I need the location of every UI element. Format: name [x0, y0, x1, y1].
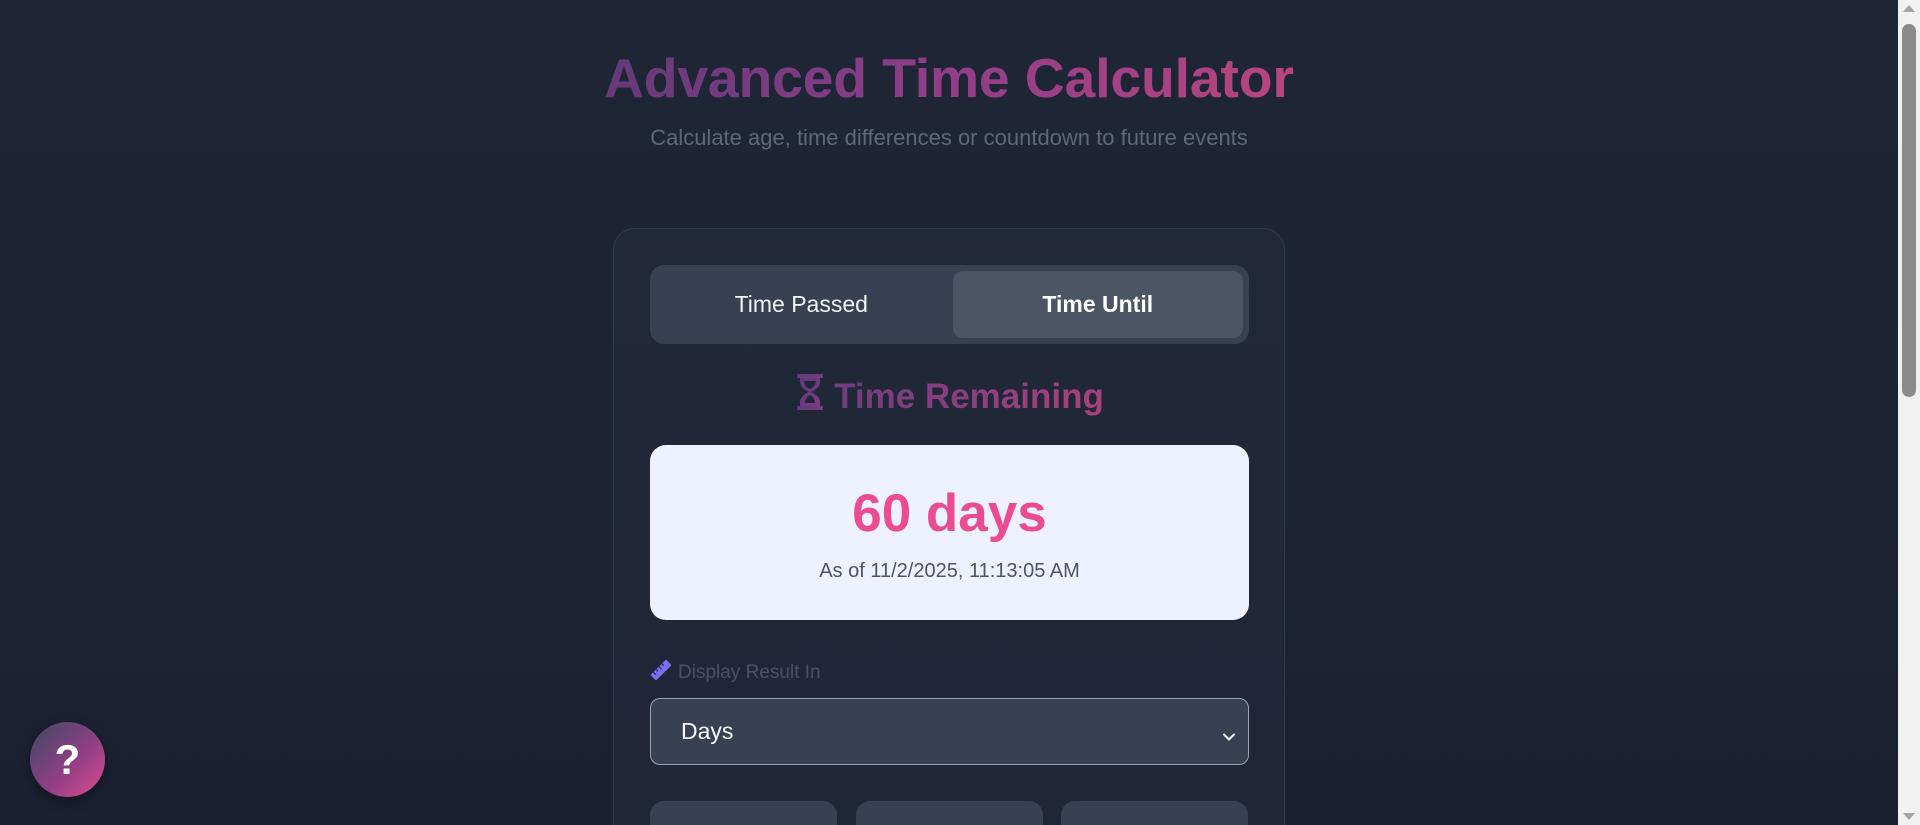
quick-option-button[interactable] [1061, 801, 1248, 825]
quick-option-button[interactable] [650, 801, 837, 825]
page: Advanced Time Calculator Calculate age, … [0, 0, 1898, 825]
scroll-up-arrow-icon[interactable] [1903, 5, 1915, 12]
result-value: 60 days [852, 484, 1047, 543]
result-heading-label: Time Remaining [834, 376, 1104, 416]
hourglass-icon [796, 373, 824, 420]
result-heading: Time Remaining [614, 373, 1286, 420]
tab-time-passed[interactable]: Time Passed [656, 271, 947, 338]
ruler-icon [650, 659, 672, 687]
question-mark-icon: ? [54, 735, 81, 783]
scrollbar-thumb[interactable] [1902, 24, 1916, 397]
display-unit-label: Display Result In [650, 659, 821, 687]
result-box: 60 days As of 11/2/2025, 11:13:05 AM [650, 445, 1249, 620]
vertical-scrollbar[interactable] [1898, 0, 1920, 825]
chevron-down-icon [1222, 723, 1236, 750]
help-button[interactable]: ? [30, 722, 105, 797]
calculator-card: Time Passed Time Until Time Remaining 60… [613, 228, 1285, 825]
result-timestamp: As of 11/2/2025, 11:13:05 AM [819, 560, 1080, 582]
display-unit-selected-value: Days [681, 718, 734, 744]
scroll-down-arrow-icon[interactable] [1903, 813, 1915, 820]
mode-tabs: Time Passed Time Until [650, 265, 1249, 344]
display-unit-label-text: Display Result In [678, 662, 821, 683]
page-title: Advanced Time Calculator [0, 46, 1898, 110]
quick-option-button[interactable] [856, 801, 1043, 825]
display-unit-select[interactable]: Days [650, 698, 1249, 765]
page-subtitle: Calculate age, time differences or count… [650, 125, 1248, 150]
tab-time-until[interactable]: Time Until [952, 271, 1243, 338]
